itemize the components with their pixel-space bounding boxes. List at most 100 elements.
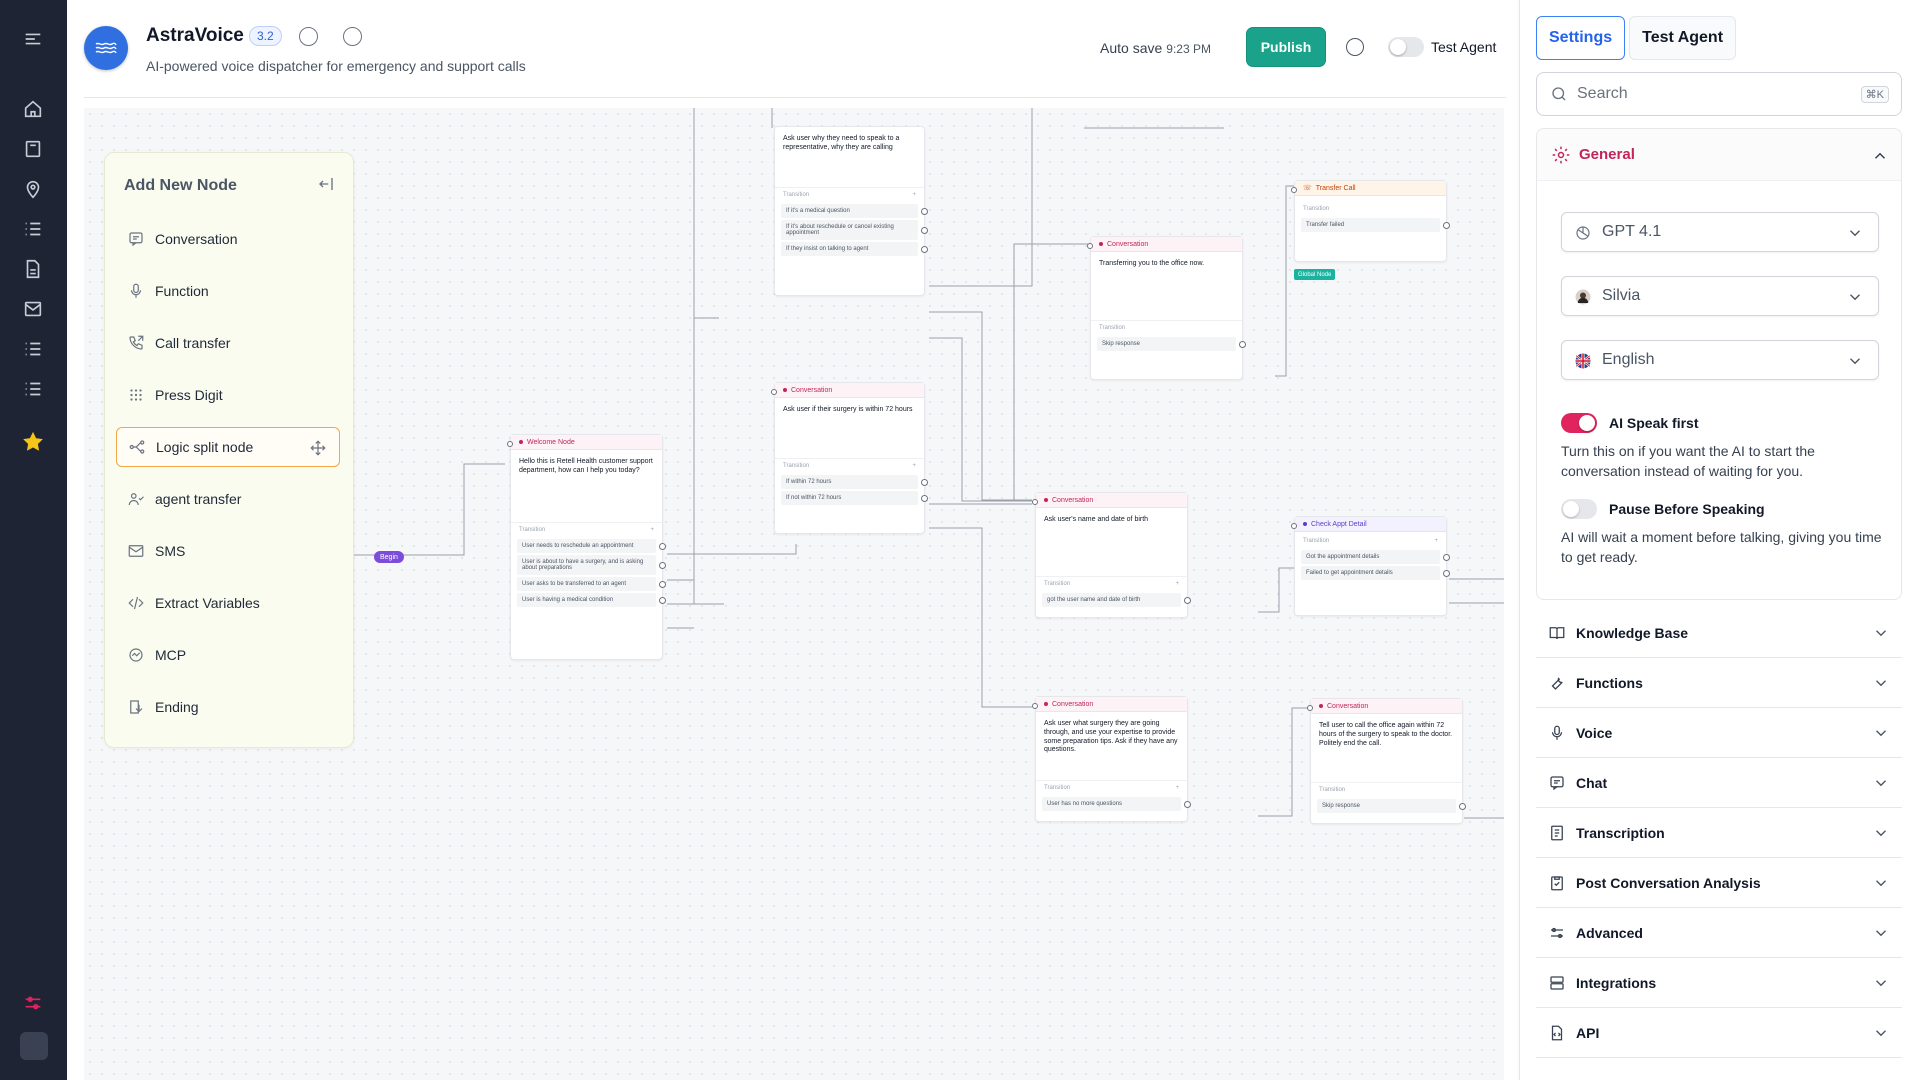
code-icon: [127, 594, 145, 612]
transition-condition[interactable]: If within 72 hours: [781, 475, 928, 489]
transition-condition[interactable]: User is having a medical condition: [517, 593, 666, 607]
flow-node-transfer-conversation[interactable]: Conversation Transferring you to the off…: [1087, 236, 1246, 380]
autosave-time: 9:23 PM: [1166, 42, 1211, 56]
flow-node-call-again[interactable]: Conversation Tell user to call the offic…: [1307, 698, 1466, 824]
add-node-logic-split[interactable]: Logic split node: [116, 427, 340, 467]
add-node-ending[interactable]: Ending: [116, 687, 340, 727]
add-transition-icon[interactable]: +: [1175, 581, 1179, 587]
add-node-call-transfer[interactable]: Call transfer: [116, 323, 340, 363]
section-chat[interactable]: Chat: [1536, 758, 1902, 808]
pause-before-speaking-toggle[interactable]: [1561, 499, 1597, 519]
flow-node-name-dob[interactable]: Conversation Ask user's name and date of…: [1032, 492, 1191, 618]
voice-select[interactable]: Silvia: [1561, 276, 1879, 316]
test-agent-toggle[interactable]: [1388, 37, 1424, 57]
section-transcription[interactable]: Transcription: [1536, 808, 1902, 858]
publish-button[interactable]: Publish: [1246, 27, 1326, 67]
add-node-agent-transfer[interactable]: agent transfer: [116, 479, 340, 519]
chevron-down-icon: [1872, 974, 1890, 992]
add-node-press-digit[interactable]: Press Digit: [116, 375, 340, 415]
add-node-sms[interactable]: SMS: [116, 531, 340, 571]
ai-speak-first-toggle[interactable]: [1561, 413, 1597, 433]
settings-panel: Settings Test Agent Search ⌘K General GP…: [1519, 0, 1920, 1080]
transition-condition[interactable]: got the user name and date of birth: [1042, 593, 1191, 607]
avatar[interactable]: [20, 1032, 48, 1060]
test-agent-label: Test Agent: [1431, 39, 1497, 55]
book-open-icon: [1548, 624, 1566, 642]
transition-condition[interactable]: If they insist on talking to agent: [781, 242, 928, 256]
chevron-down-icon: [1872, 774, 1890, 792]
add-node-mcp[interactable]: MCP: [116, 635, 340, 675]
model-select[interactable]: GPT 4.1: [1561, 212, 1879, 252]
add-node-conversation[interactable]: Conversation: [116, 219, 340, 259]
begin-node[interactable]: Begin: [374, 551, 404, 563]
phone-icon: ☏: [1303, 185, 1312, 192]
location-icon[interactable]: [22, 178, 44, 200]
chevron-up-icon[interactable]: [1871, 147, 1889, 165]
add-transition-icon[interactable]: +: [912, 463, 916, 469]
transition-condition[interactable]: Transfer failed: [1301, 218, 1450, 232]
transition-condition[interactable]: Skip response: [1317, 799, 1466, 813]
mcp-icon: [127, 646, 145, 664]
add-node-title: Add New Node: [124, 177, 237, 194]
sliders-icon[interactable]: [22, 992, 44, 1014]
tasks-icon[interactable]: [22, 338, 44, 360]
add-transition-icon[interactable]: +: [912, 192, 916, 198]
transition-condition[interactable]: User is about to have a surgery, and is …: [517, 555, 666, 575]
flow-node-check-appt[interactable]: Check Appt Detail Transition + Got the ap…: [1291, 516, 1450, 616]
transition-condition[interactable]: If it's a medical question: [781, 204, 928, 218]
flow-node-surgery-72h[interactable]: Conversation Ask user if their surgery i…: [771, 382, 928, 534]
add-node-panel: Add New Node Conversation Function Call …: [104, 152, 354, 748]
search-input[interactable]: Search ⌘K: [1536, 72, 1902, 116]
drag-move-icon[interactable]: [309, 439, 327, 457]
home-icon[interactable]: [22, 98, 44, 120]
section-voice[interactable]: Voice: [1536, 708, 1902, 758]
document-icon: [1548, 824, 1566, 842]
help-icon[interactable]: [1346, 38, 1364, 56]
edit-icon[interactable]: [299, 27, 318, 46]
section-functions[interactable]: Functions: [1536, 658, 1902, 708]
settings-tabs: Settings Test Agent: [1536, 16, 1737, 60]
add-transition-icon[interactable]: +: [1434, 538, 1438, 544]
transition-header: Transition +: [519, 527, 654, 533]
section-api[interactable]: API: [1536, 1008, 1902, 1058]
transition-condition[interactable]: Failed to get appointment details: [1301, 566, 1450, 580]
node-title: Welcome Node: [511, 435, 662, 450]
flow-node-rep-question[interactable]: Ask user why they need to speak to a rep…: [774, 126, 928, 296]
transition-condition[interactable]: Skip response: [1097, 337, 1246, 351]
tab-settings[interactable]: Settings: [1536, 16, 1626, 60]
list-icon[interactable]: [22, 218, 44, 240]
api-file-icon: [1548, 1024, 1566, 1042]
transition-header: Transition +: [783, 192, 916, 198]
language-select[interactable]: English: [1561, 340, 1879, 380]
flow-node-surgery-tips[interactable]: Conversation Ask user what surgery they …: [1032, 696, 1191, 822]
transition-condition[interactable]: If it's about reschedule or cancel exist…: [781, 220, 928, 240]
add-transition-icon[interactable]: +: [1175, 785, 1179, 791]
collapse-panel-icon[interactable]: [317, 175, 335, 193]
transition-condition[interactable]: User needs to reschedule an appointment: [517, 539, 666, 553]
transition-condition[interactable]: Got the appointment details: [1301, 550, 1450, 564]
transition-condition[interactable]: If not within 72 hours: [781, 491, 928, 505]
transition-header: Transition: [1319, 787, 1346, 793]
book-icon[interactable]: [22, 138, 44, 160]
tab-test-agent[interactable]: Test Agent: [1629, 16, 1737, 60]
section-advanced[interactable]: Advanced: [1536, 908, 1902, 958]
section-knowledge-base[interactable]: Knowledge Base: [1536, 608, 1902, 658]
menu-icon[interactable]: [22, 28, 44, 50]
flow-node-transfer-call[interactable]: ☏ Transfer Call Transition Transfer faile…: [1291, 180, 1450, 262]
section-integrations[interactable]: Integrations: [1536, 958, 1902, 1008]
add-transition-icon[interactable]: +: [650, 527, 654, 533]
info-icon[interactable]: [343, 27, 362, 46]
add-node-function[interactable]: Function: [116, 271, 340, 311]
checklist-icon[interactable]: [22, 378, 44, 400]
transition-condition[interactable]: User asks to be transferred to an agent: [517, 577, 666, 591]
chevron-down-icon: [1846, 224, 1864, 242]
transition-condition[interactable]: User has no more questions: [1042, 797, 1191, 811]
clipboard-icon: [1548, 874, 1566, 892]
general-section-header[interactable]: General: [1537, 129, 1901, 181]
inbox-icon[interactable]: [22, 298, 44, 320]
add-node-extract-variables[interactable]: Extract Variables: [116, 583, 340, 623]
star-icon[interactable]: [22, 431, 44, 453]
document-icon[interactable]: [22, 258, 44, 280]
flow-node-welcome[interactable]: Welcome Node Hello this is Retell Health…: [507, 434, 666, 660]
section-post-conversation-analysis[interactable]: Post Conversation Analysis: [1536, 858, 1902, 908]
